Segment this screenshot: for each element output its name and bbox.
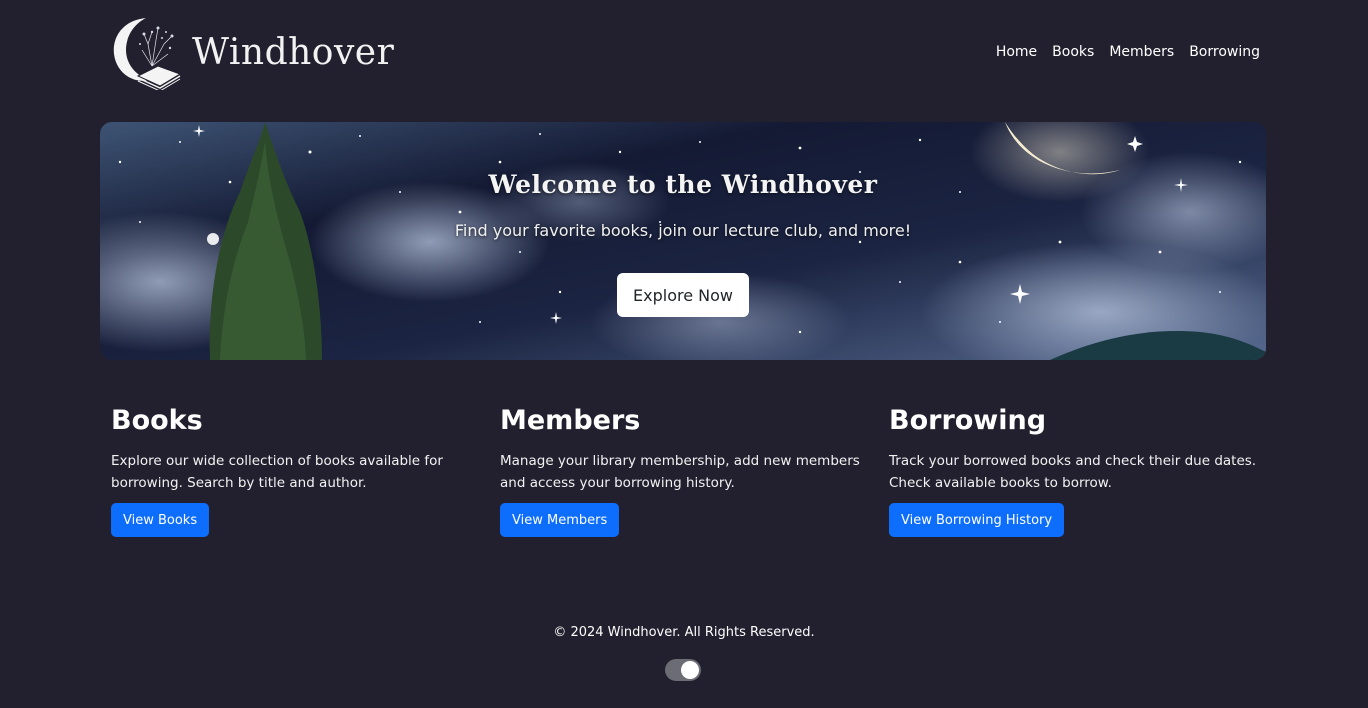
members-card: Members Manage your library membership, …: [500, 404, 870, 537]
brand-name: Windhover: [192, 31, 395, 73]
books-card-text: Explore our wide collection of books ava…: [111, 453, 443, 491]
copyright-text: © 2024 Windhover. All Rights Reserved.: [553, 625, 815, 640]
books-card-title: Books: [111, 405, 203, 436]
hero-subtitle: Find your favorite books, join our lectu…: [454, 221, 912, 240]
explore-now-button[interactable]: Explore Now: [617, 273, 749, 317]
page: Windhover Home Books Members Borrowing W…: [0, 0, 1368, 708]
hero-content: Welcome to the Windhover Find your favor…: [100, 122, 1266, 360]
nav-books-link[interactable]: Books: [1052, 42, 1094, 62]
borrowing-card-text: Track your borrowed books and check thei…: [889, 453, 1257, 491]
view-members-button[interactable]: View Members: [500, 503, 620, 537]
hero-banner: Welcome to the Windhover Find your favor…: [100, 122, 1266, 360]
brand[interactable]: Windhover: [108, 14, 394, 90]
members-card-title: Members: [500, 405, 641, 436]
view-borrowing-history-button[interactable]: View Borrowing History: [889, 503, 1065, 537]
theme-toggle[interactable]: [665, 659, 701, 681]
borrowing-card-title: Borrowing: [889, 405, 1047, 436]
view-books-button[interactable]: View Books: [111, 503, 210, 537]
nav-home-link[interactable]: Home: [996, 42, 1037, 62]
main-nav: Home Books Members Borrowing: [996, 42, 1260, 62]
hero-title: Welcome to the Windhover: [488, 170, 878, 199]
books-card: Books Explore our wide collection of boo…: [111, 404, 481, 537]
members-card-text: Manage your library membership, add new …: [500, 453, 860, 491]
toggle-knob: [681, 661, 699, 679]
nav-members-link[interactable]: Members: [1109, 42, 1174, 62]
borrowing-card: Borrowing Track your borrowed books and …: [889, 404, 1259, 537]
crescent-moon-book-icon: [113, 18, 182, 90]
nav-borrowing-link[interactable]: Borrowing: [1189, 42, 1260, 62]
